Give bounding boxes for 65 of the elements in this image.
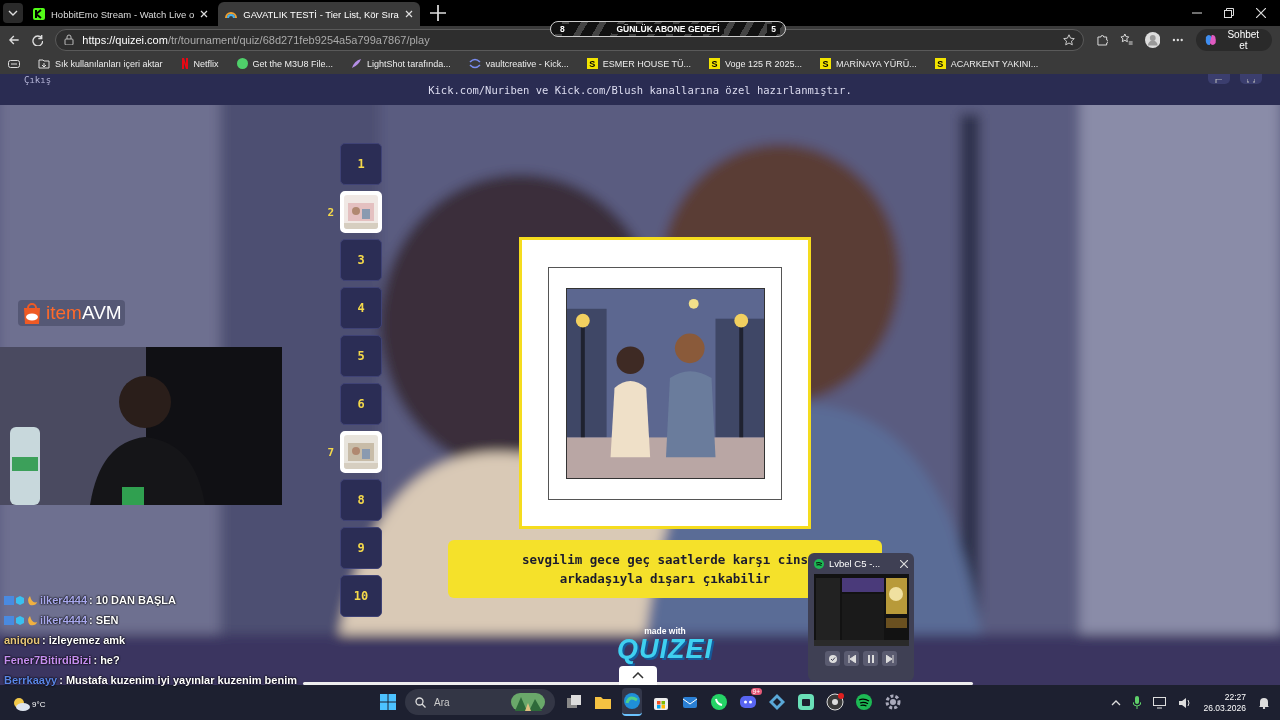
display-icon[interactable] — [1153, 696, 1167, 709]
bookmark-item[interactable]: Sık kullanılanları içeri aktar — [38, 58, 163, 69]
bookmark-item[interactable]: Netflix — [180, 58, 219, 69]
back-icon[interactable] — [8, 33, 20, 46]
clock-date: 26.03.2026 — [1203, 702, 1246, 714]
profile-avatar-icon[interactable] — [1144, 31, 1161, 48]
bookmark-item[interactable]: S MARİNAYA YÜRÜ... — [820, 58, 917, 69]
clock-time: 22:27 — [1224, 691, 1246, 703]
taskbar-app-button[interactable] — [622, 688, 642, 716]
task-view-icon — [565, 693, 583, 711]
extension-puzzle-icon[interactable] — [1095, 33, 1109, 46]
bookmark-item[interactable]: LightShot tarafında... — [351, 58, 451, 69]
bookmark-item[interactable]: S ACARKENT YAKINI... — [934, 58, 1039, 69]
tab-list-button[interactable] — [3, 3, 23, 23]
letter-icon: S — [586, 58, 598, 69]
letter-icon: S — [820, 58, 832, 69]
letter-icon: S — [934, 58, 946, 69]
lock-icon — [64, 34, 75, 45]
more-options-icon[interactable] — [1172, 37, 1185, 42]
tab-actions-icon[interactable] — [8, 59, 20, 68]
taskbar-search-field[interactable]: Ara — [405, 689, 555, 715]
notification-bell-icon[interactable] — [1258, 696, 1270, 709]
app-icon — [797, 693, 815, 711]
letter-icon: S — [709, 58, 721, 69]
k-logo-icon — [33, 8, 45, 20]
close-icon[interactable] — [200, 10, 209, 18]
temperature-text: 9°C — [32, 699, 46, 709]
chat-button[interactable]: Sohbet et — [1196, 28, 1272, 51]
url-text: https://quizei.com/tr/tournament/quiz/68d271feb9254a5a799a7867/play — [82, 33, 430, 46]
goal-title: GÜNLÜK ABONE GEDEFİ — [612, 24, 724, 34]
goal-target: 5 — [767, 24, 780, 34]
search-icon — [415, 696, 426, 708]
favorite-star-icon[interactable] — [1062, 33, 1075, 46]
chevron-up-icon[interactable] — [1111, 699, 1122, 706]
game-controller-icon — [739, 693, 757, 711]
landscape-icon — [511, 693, 545, 711]
swirl-icon — [468, 58, 481, 69]
music-app-icon — [855, 693, 873, 711]
reload-icon[interactable] — [31, 33, 44, 46]
feather-icon — [351, 58, 363, 69]
microphone-icon[interactable] — [1133, 696, 1142, 709]
favorites-icon[interactable] — [1120, 33, 1133, 46]
settings-icon — [884, 693, 902, 711]
diamond-icon — [768, 693, 786, 711]
netflix-n-icon — [180, 58, 189, 69]
cloud-moon-icon — [12, 697, 30, 711]
bookmark-item[interactable]: S Voge 125 R 2025... — [709, 58, 803, 69]
browser-icon — [623, 692, 641, 710]
bookmark-item[interactable]: vaultcreative - Kick... — [468, 58, 569, 69]
goal-current: 8 — [556, 24, 569, 34]
copilot-icon — [1204, 32, 1218, 47]
bookmark-item[interactable]: S ESMER HOUSE TÜ... — [586, 58, 692, 69]
record-icon — [826, 693, 844, 711]
bookmark-item[interactable]: Get the M3U8 File... — [236, 58, 334, 69]
speaker-icon[interactable] — [1178, 696, 1192, 709]
close-icon[interactable] — [404, 10, 413, 18]
browser-tab[interactable]: GAVATLIK TESTİ - Tier List, Kör Sıra — [218, 2, 420, 26]
folder-import-icon — [38, 58, 50, 69]
browser-tab[interactable]: HobbitEmo Stream - Watch Live o — [26, 2, 216, 26]
close-icon[interactable] — [1256, 8, 1266, 18]
circle-icon — [236, 58, 248, 69]
new-tab-icon[interactable] — [429, 5, 446, 21]
chevron-down-icon — [8, 10, 18, 16]
windows-start-icon[interactable] — [380, 694, 396, 710]
restore-icon[interactable] — [1224, 8, 1234, 18]
